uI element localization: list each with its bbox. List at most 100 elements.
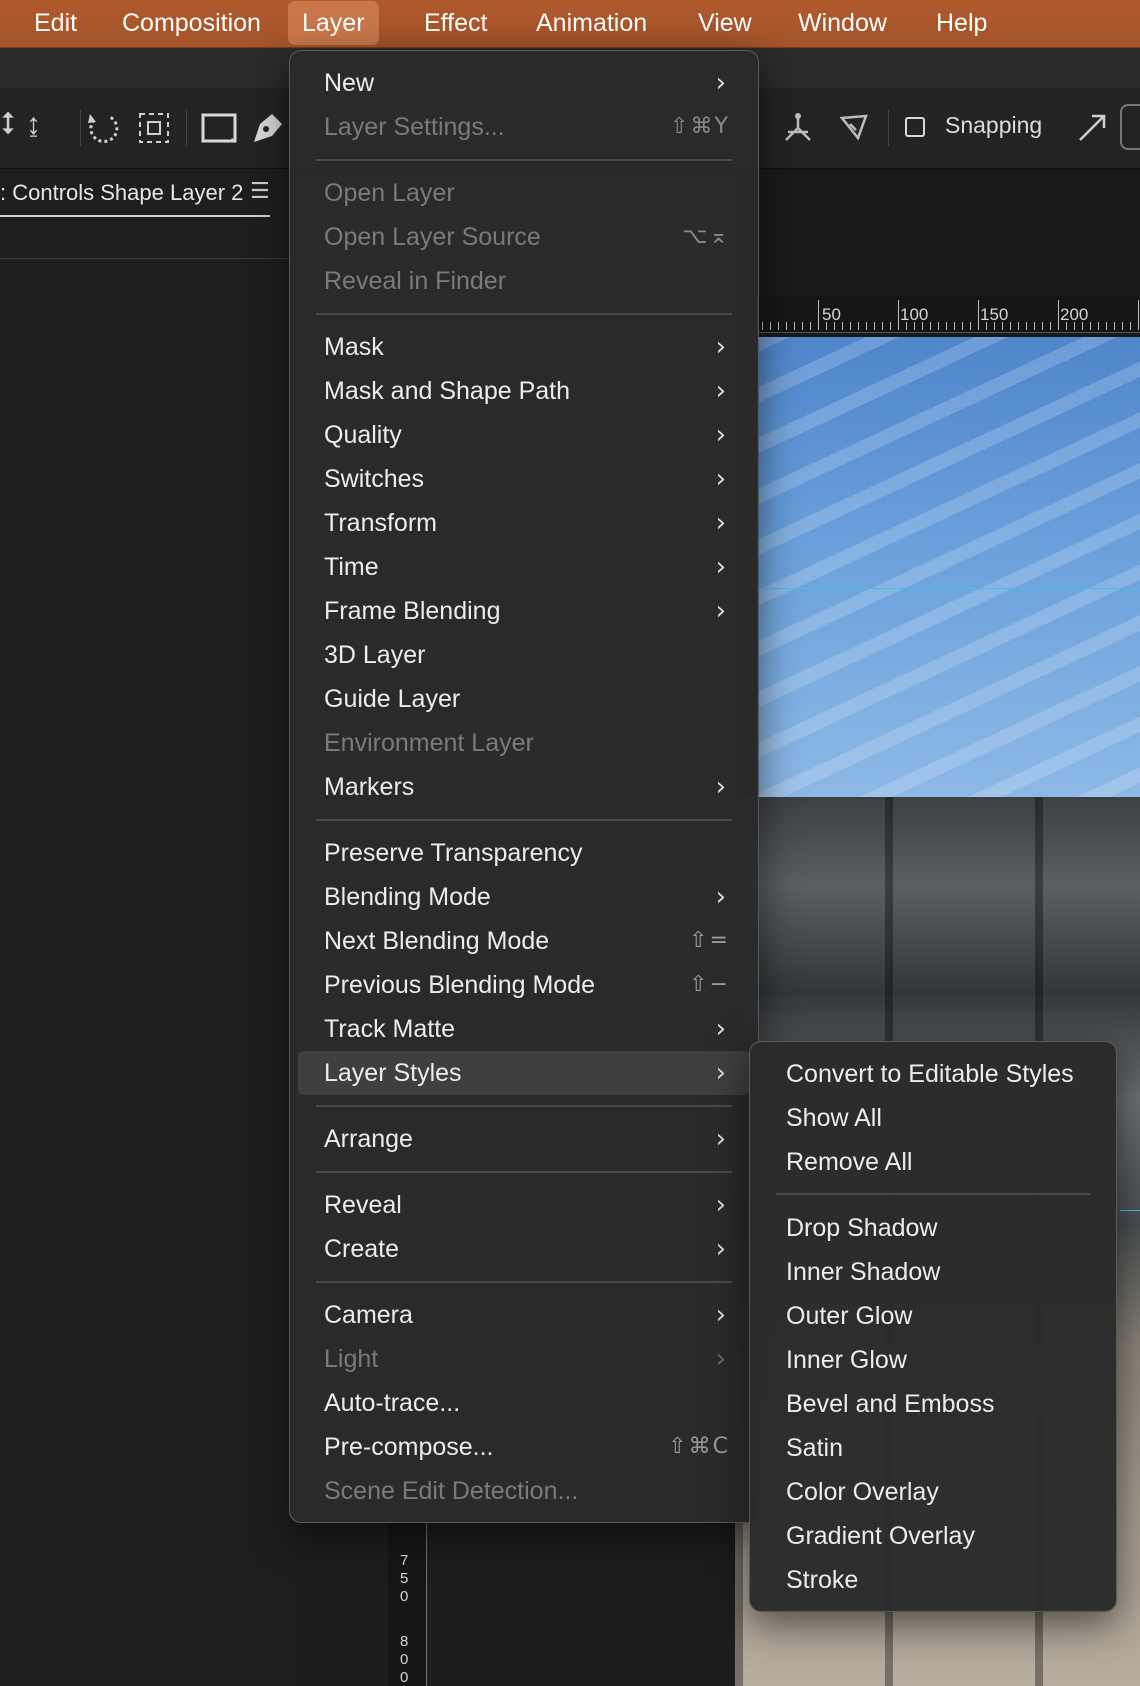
submenu-item-stroke[interactable]: Stroke [758,1558,1108,1602]
menu-item-frame-blending[interactable]: Frame Blending › [298,589,750,633]
chevron-right-icon: › [715,596,726,626]
ruler-tick [1130,322,1131,330]
chevron-right-icon: › [715,552,726,582]
guide-line[interactable] [1120,1210,1140,1211]
menu-item-camera[interactable]: Camera › [298,1293,750,1337]
menubar-layer[interactable]: Layer [288,1,379,45]
menu-item-track-matte[interactable]: Track Matte › [298,1007,750,1051]
menubar-edit[interactable]: Edit [20,0,91,47]
expand-icon[interactable] [1074,110,1110,146]
ruler-tick [762,322,763,330]
submenu-item-inner-glow[interactable]: Inner Glow [758,1338,1108,1382]
pen-icon[interactable] [250,110,286,148]
menu-item-reveal[interactable]: Reveal › [298,1183,750,1227]
ruler-tick [826,322,827,330]
submenu-item-outer-glow[interactable]: Outer Glow [758,1294,1108,1338]
chevron-right-icon: › [715,1014,726,1044]
panel-tab-label[interactable]: : Controls Shape Layer 2 [0,180,243,206]
submenu-item-satin[interactable]: Satin [758,1426,1108,1470]
menu-item-mask[interactable]: Mask › [298,325,750,369]
puppet-icon[interactable] [780,110,816,146]
shortcut-label: ⇧⌘Y [670,114,730,139]
ruler-tick [1138,300,1139,330]
ruler-label: 0 [400,1588,409,1605]
menubar-composition[interactable]: Composition [108,0,275,47]
ruler-tick [866,322,867,330]
menu-item-arrange[interactable]: Arrange › [298,1117,750,1161]
selection-frame-icon[interactable] [136,110,172,146]
ruler-tick [1034,322,1035,330]
toolbar-separator [80,110,81,146]
menu-item-guide-layer[interactable]: Guide Layer [298,677,750,721]
project-panel [0,169,290,1686]
menu-item-3d-layer[interactable]: 3D Layer [298,633,750,677]
menu-item-quality[interactable]: Quality › [298,413,750,457]
panel-menu-icon[interactable]: ☰ [250,178,270,204]
chevron-right-icon: › [715,882,726,912]
menu-item-blending-mode[interactable]: Blending Mode › [298,875,750,919]
menu-item-previous-blending-mode[interactable]: Previous Blending Mode ⇧− [298,963,750,1007]
menubar-window[interactable]: Window [784,0,901,47]
ruler-tick [946,322,947,330]
toolbar-separator [888,110,889,146]
menu-item-reveal-in-finder: Reveal in Finder [324,267,507,295]
submenu-item-gradient-overlay[interactable]: Gradient Overlay [758,1514,1108,1558]
menu-item-auto-trace[interactable]: Auto-trace... [298,1381,750,1425]
chevron-right-icon: › [715,1124,726,1154]
ruler-tick [930,322,931,330]
submenu-item-show-all[interactable]: Show All [758,1096,1108,1140]
panel-tab-underline [0,215,270,217]
toolbar-overflow-button[interactable] [1120,104,1140,150]
layer-menu: New › Layer Settings... ⇧⌘Y Open Layer Ope… [289,50,759,1523]
ruler-label: 0 [400,1651,409,1668]
menu-item-new[interactable]: New › [298,61,750,105]
menubar-animation[interactable]: Animation [522,0,661,47]
submenu-item-convert-to-editable-styles[interactable]: Convert to Editable Styles [758,1052,1108,1096]
ruler-label: 7 [400,1552,409,1569]
menubar-effect[interactable]: Effect [410,0,501,47]
menu-item-preserve-transparency[interactable]: Preserve Transparency [298,831,750,875]
ruler-tick [850,322,851,330]
ruler-tick [1122,322,1123,330]
ruler-tick [1026,322,1027,330]
menubar-help[interactable]: Help [922,0,1001,47]
ruler-tick [1098,322,1099,330]
menu-item-time[interactable]: Time › [298,545,750,589]
submenu-item-color-overlay[interactable]: Color Overlay [758,1470,1108,1514]
ruler-label: 8 [400,1633,409,1650]
menu-item-layer-styles[interactable]: Layer Styles › [298,1051,750,1095]
menu-item-next-blending-mode[interactable]: Next Blending Mode ⇧= [298,919,750,963]
puppet-pin-icon[interactable] [836,110,872,146]
menu-item-switches[interactable]: Switches › [298,457,750,501]
menu-item-create[interactable]: Create › [298,1227,750,1271]
submenu-item-inner-shadow[interactable]: Inner Shadow [758,1250,1108,1294]
rotate-icon[interactable] [86,110,120,146]
menu-item-mask-and-shape-path[interactable]: Mask and Shape Path › [298,369,750,413]
submenu-item-drop-shadow[interactable]: Drop Shadow [758,1206,1108,1250]
move-vertical-icon[interactable]: ↨ [26,110,41,140]
ruler-tick [1050,322,1051,330]
chevron-right-icon: › [715,420,726,450]
snapping-checkbox[interactable] [905,117,925,137]
chevron-right-icon: › [715,464,726,494]
menu-item-pre-compose[interactable]: Pre-compose... ⇧⌘C [298,1425,750,1469]
guide-line[interactable] [757,588,1140,589]
submenu-item-remove-all[interactable]: Remove All [758,1140,1108,1184]
menu-item-markers[interactable]: Markers › [298,765,750,809]
ruler-tick [1066,322,1067,330]
menubar-view[interactable]: View [684,0,766,47]
ruler-label: 50 [822,305,841,324]
ruler-tick [834,322,835,330]
ruler-tick [1002,322,1003,330]
menu-item-transform[interactable]: Transform › [298,501,750,545]
submenu-item-bevel-and-emboss[interactable]: Bevel and Emboss [758,1382,1108,1426]
chevron-right-icon: › [715,1190,726,1220]
layer-styles-submenu: Convert to Editable Styles Show All Remo… [749,1041,1117,1612]
ruler-tick [1090,322,1091,330]
ruler-tick [858,322,859,330]
rectangle-icon[interactable] [200,112,238,146]
ruler-tick [922,322,923,330]
ruler-tick [986,322,987,330]
chevron-right-icon: › [715,1300,726,1330]
move-vertical-icon-partial[interactable]: ⭥ [0,110,16,140]
